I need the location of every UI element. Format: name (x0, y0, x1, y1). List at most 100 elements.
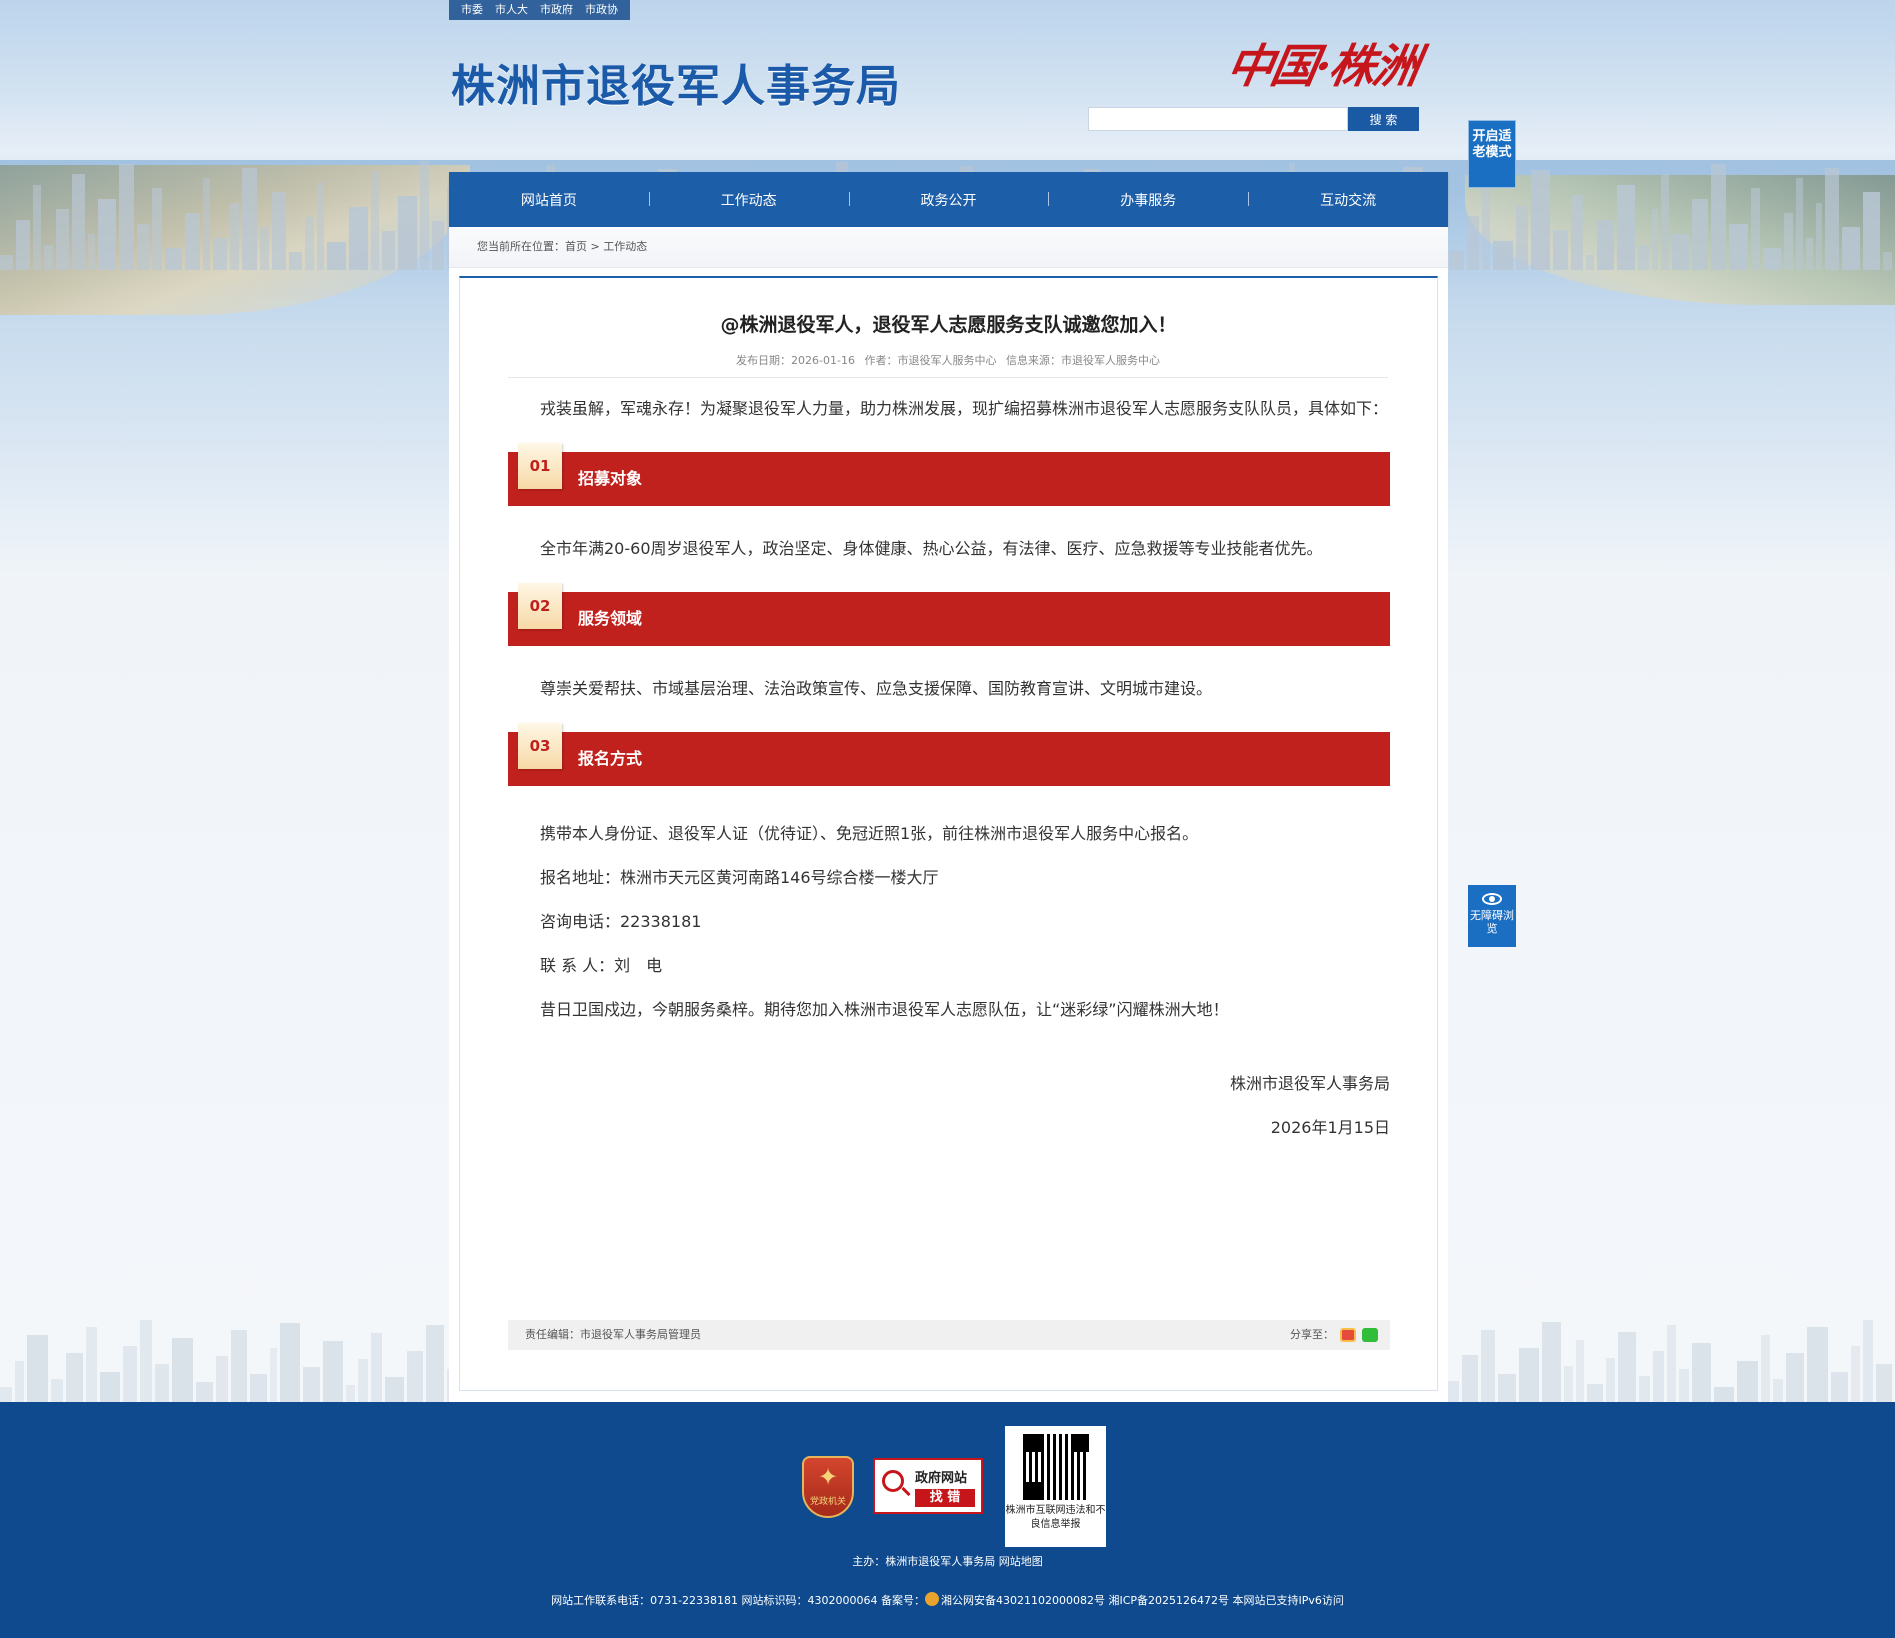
building (1638, 245, 1649, 270)
building (1466, 216, 1479, 270)
nav-work-news[interactable]: 工作动态 (648, 190, 849, 210)
top-links: 市委 市人大 市政府 市政协 (449, 0, 630, 20)
building (1448, 251, 1464, 270)
building (323, 1341, 343, 1402)
section-label: 报名方式 (578, 749, 643, 768)
building (397, 196, 417, 270)
share-area: 分享至： (1290, 1320, 1378, 1350)
magnifier-icon (882, 1470, 904, 1492)
footer-contact: 网站工作联系电话：0731-22338181 网站标识码：4302000064 … (551, 1594, 926, 1607)
building (1714, 1387, 1734, 1402)
building (0, 255, 14, 270)
top-link-party[interactable]: 市委 (455, 0, 489, 20)
building (271, 192, 286, 270)
wechat-share-icon[interactable] (1362, 1328, 1378, 1342)
section-label: 服务领域 (578, 609, 643, 628)
building (1652, 1351, 1665, 1402)
breadcrumb: 您当前所在位置：首页 > 工作动态 (449, 227, 1448, 268)
building (66, 1353, 83, 1402)
breadcrumb-home[interactable]: 首页 (565, 240, 587, 253)
police-badge-icon (925, 1592, 940, 1606)
building (1841, 227, 1860, 270)
zhuzhou-logo: 中国·株洲 (1222, 39, 1423, 93)
building (1692, 1343, 1712, 1402)
building (288, 252, 303, 270)
elder-mode-button[interactable]: 开启适老模式 (1468, 120, 1516, 188)
building (370, 1333, 383, 1402)
building (123, 1346, 137, 1402)
building (1481, 181, 1490, 270)
nav-interaction[interactable]: 互动交流 (1248, 190, 1448, 210)
section-header-02: 02 服务领域 (508, 583, 1390, 646)
section-lines-03: 携带本人身份证、退役军人证（优待证）、免冠近照1张，前往株洲市退役军人服务中心报… (508, 812, 1390, 1032)
building (345, 1385, 355, 1402)
nav-gov-affairs[interactable]: 政务公开 (848, 190, 1049, 210)
building (1586, 255, 1594, 270)
building (164, 248, 182, 270)
building (0, 1387, 12, 1402)
building (1651, 209, 1658, 270)
building (270, 1348, 277, 1402)
section-number: 02 (518, 583, 562, 629)
building (1795, 178, 1803, 270)
search-input[interactable] (1088, 107, 1348, 131)
breadcrumb-separator: > (587, 240, 604, 253)
nav-services[interactable]: 办事服务 (1048, 190, 1248, 210)
building (137, 224, 149, 270)
building (1531, 170, 1550, 270)
building (1691, 199, 1708, 270)
building (1883, 252, 1892, 270)
building (119, 164, 135, 270)
search-button[interactable]: 搜 索 (1348, 107, 1419, 131)
report-qr[interactable]: 株洲市互联网违法和不良信息举报 (1005, 1426, 1106, 1547)
section-number: 01 (518, 443, 562, 489)
building (426, 1325, 445, 1402)
article-meta: 发布日期：2026-01-16 作者：市退役军人服务中心 信息来源：市退役军人服… (508, 352, 1388, 378)
footer-info: 网站工作联系电话：0731-22338181 网站标识码：4302000064 … (0, 1592, 1895, 1608)
building (151, 188, 162, 270)
building (1831, 1372, 1848, 1402)
building (349, 207, 369, 270)
building (203, 178, 211, 270)
party-gov-badge[interactable]: ✦ 党政机关 (802, 1456, 854, 1518)
building (171, 1338, 193, 1402)
gov-site-findbug-button[interactable]: 政府网站 找 错 (873, 1458, 983, 1514)
building (316, 182, 324, 270)
editor-bar: 责任编辑：市退役军人事务局管理员 分享至： (508, 1320, 1390, 1350)
building (1672, 234, 1689, 270)
signature-org: 株洲市退役军人事务局 (1229, 1074, 1390, 1093)
article-box: @株洲退役军人，退役军人志愿服务支队诚邀您加入！ 发布日期：2026-01-16… (459, 276, 1438, 1391)
building (1660, 174, 1670, 270)
building (1760, 1335, 1771, 1402)
findbug-label: 找 错 (915, 1489, 975, 1507)
article-body: 戎装虽解，军魂永存！为凝聚退役军人力量，助力株洲发展，现扩编招募株洲市退役军人志… (508, 392, 1390, 1150)
footer: ✦ 党政机关 政府网站 找 错 株洲市互联网违法和不良信息举报 主办：株洲市退役… (0, 1402, 1895, 1638)
main-nav: 网站首页 工作动态 政务公开 办事服务 互动交流 (449, 172, 1448, 227)
building (1575, 1340, 1584, 1402)
responsible-editor: 责任编辑：市退役军人事务局管理员 (525, 1328, 701, 1341)
section-header-01: 01 招募对象 (508, 443, 1390, 506)
signature-block: 株洲市退役军人事务局 2026年1月15日 (508, 1062, 1390, 1150)
nav-home[interactable]: 网站首页 (449, 190, 649, 210)
top-link-cppcc[interactable]: 市政协 (579, 0, 624, 20)
article-date: 发布日期：2026-01-16 (736, 354, 855, 367)
qr-caption: 株洲市互联网违法和不良信息举报 (1005, 1505, 1106, 1530)
building (1805, 238, 1813, 270)
building (326, 242, 347, 270)
eye-icon (1482, 893, 1502, 905)
building (1824, 168, 1839, 270)
footer-host: 主办：株洲市退役军人事务局 网站地图 (852, 1555, 1043, 1568)
breadcrumb-current[interactable]: 工作动态 (603, 240, 647, 253)
accessibility-button[interactable]: 无障碍浏览 (1468, 885, 1516, 947)
building (71, 174, 85, 270)
article-intro: 戎装虽解，军魂永存！为凝聚退役军人力量，助力株洲发展，现扩编招募株洲市退役军人志… (540, 399, 1389, 418)
building (431, 221, 444, 270)
building (1876, 1364, 1893, 1402)
breadcrumb-prefix: 您当前所在位置： (477, 240, 565, 253)
weibo-share-icon[interactable] (1340, 1328, 1356, 1342)
top-link-government[interactable]: 市政府 (534, 0, 579, 20)
top-link-congress[interactable]: 市人大 (489, 0, 534, 20)
section-header-03: 03 报名方式 (508, 723, 1390, 786)
registration-method: 携带本人身份证、退役军人证（优待证）、免冠近照1张，前往株洲市退役军人服务中心报… (540, 824, 1199, 843)
accessibility-label: 无障碍浏览 (1470, 909, 1514, 935)
